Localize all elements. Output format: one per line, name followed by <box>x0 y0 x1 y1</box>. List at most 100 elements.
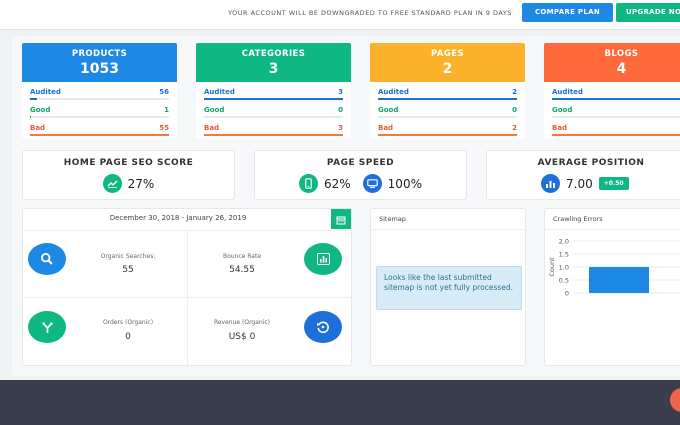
bad-bar <box>204 134 343 136</box>
floating-action-button[interactable] <box>670 388 680 412</box>
downgrade-notice: YOUR ACCOUNT WILL BE DOWNGRADED TO FREE … <box>228 9 512 17</box>
sitemap-title: Sitemap <box>379 215 406 223</box>
organic-searches-label: Organic Searches: <box>100 253 156 260</box>
audited-row: Audited 2 <box>378 86 517 104</box>
organic-searches-value: 55 <box>122 265 134 275</box>
orders-value: 0 <box>125 332 131 342</box>
stat-title: BLOGS <box>604 49 639 59</box>
bad-row: Bad 55 <box>30 122 169 140</box>
average-position-title: AVERAGE POSITION <box>537 158 645 168</box>
audited-label: Audited <box>552 88 583 96</box>
divider <box>23 297 353 298</box>
good-label: Good <box>552 106 573 114</box>
stat-header: CATEGORIES 3 <box>196 43 351 82</box>
average-position-value: 7.00 <box>566 176 593 191</box>
bar-chart-icon <box>541 174 560 193</box>
bad-row: Bad 2 <box>378 122 517 140</box>
audited-value: 2 <box>512 88 517 96</box>
good-row: Good 1 <box>30 104 169 122</box>
y-tick-label: 0.5 <box>559 277 569 285</box>
analytics-card: December 30, 2018 - January 26, 2019 Org… <box>22 208 353 367</box>
bad-label: Bad <box>30 124 46 132</box>
bar-chart-icon <box>304 243 342 275</box>
chart-bar <box>589 267 649 293</box>
date-range: December 30, 2018 - January 26, 2019 <box>109 214 247 222</box>
bad-bar <box>378 134 517 136</box>
audited-label: Audited <box>30 88 61 96</box>
mobile-icon <box>299 174 318 193</box>
stat-breakdown: Audited 2 Good 0 Bad 2 <box>370 82 525 138</box>
good-row: Good 0 <box>204 104 343 122</box>
divider <box>545 229 680 230</box>
good-row: Good <box>552 104 680 122</box>
bad-label: Bad <box>552 124 568 132</box>
position-change-badge: +0.50 <box>598 177 629 190</box>
seo-score-title: HOME PAGE SEO SCORE <box>63 158 194 168</box>
audited-bar <box>552 98 680 100</box>
sitemap-info-alert: Looks like the last submitted sitemap is… <box>376 266 522 310</box>
stat-breakdown: Audited 3 Good 0 Bad 3 <box>196 82 351 138</box>
stat-header: BLOGS 4 <box>544 43 680 82</box>
bad-bar <box>552 134 680 136</box>
page-speed-card: PAGE SPEED 62% 100% <box>254 150 467 200</box>
bad-bar <box>30 134 169 136</box>
divider <box>187 230 188 367</box>
stat-title: CATEGORIES <box>241 49 306 59</box>
seo-score-card: HOME PAGE SEO SCORE 27% <box>22 150 235 200</box>
split-arrows-icon <box>28 311 66 343</box>
mobile-speed-value: 62% <box>324 176 351 191</box>
stat-header: PRODUCTS 1053 <box>22 43 177 82</box>
good-value: 0 <box>338 106 343 114</box>
good-value: 0 <box>512 106 517 114</box>
compare-plan-button[interactable]: COMPARE PLAN <box>522 3 613 22</box>
y-tick-label: 1.5 <box>559 251 569 259</box>
search-icon <box>28 243 66 275</box>
seo-score-value: 27% <box>127 176 155 191</box>
stat-breakdown: Audited Good Bad <box>544 82 680 138</box>
good-value: 1 <box>164 106 169 114</box>
bad-label: Bad <box>378 124 394 132</box>
history-icon <box>304 311 342 343</box>
bad-row: Bad <box>552 122 680 138</box>
sitemap-card: Sitemap Looks like the last submitted si… <box>370 208 527 366</box>
stat-card-blogs: BLOGS 4 Audited Good Bad <box>544 43 680 138</box>
stat-value: 4 <box>616 61 627 77</box>
audited-label: Audited <box>204 88 235 96</box>
stat-card-products: PRODUCTS 1053 Audited 56 Good 1 Bad 55 <box>22 43 177 138</box>
divider <box>371 229 527 230</box>
crawling-errors-chart: 2.0 1.5 1.0 0.5 0 Count <box>548 239 680 298</box>
average-position-card: AVERAGE POSITION 7.00 +0.50 <box>486 150 680 200</box>
desktop-speed-value: 100% <box>387 176 422 191</box>
audited-value: 3 <box>338 88 343 96</box>
page-speed-title: PAGE SPEED <box>326 158 395 168</box>
page-background: YOUR ACCOUNT WILL BE DOWNGRADED TO FREE … <box>0 0 680 380</box>
calendar-icon <box>336 210 346 229</box>
good-label: Good <box>378 106 399 114</box>
y-axis-label: Count <box>548 257 556 277</box>
stat-card-categories: CATEGORIES 3 Audited 3 Good 0 Bad 3 <box>196 43 351 138</box>
bounce-rate-label: Bounce Rate <box>222 253 262 260</box>
bad-value: 2 <box>512 124 517 132</box>
bad-value: 55 <box>159 124 169 132</box>
stat-value: 2 <box>442 61 453 77</box>
desktop-icon <box>362 174 382 193</box>
bounce-rate-value: 54.55 <box>229 265 255 275</box>
stat-value: 1053 <box>80 61 119 77</box>
orders-label: Orders (Organic) <box>102 319 154 326</box>
good-label: Good <box>30 106 51 114</box>
audited-row: Audited 3 <box>204 86 343 104</box>
good-label: Good <box>204 106 225 114</box>
crawling-errors-title: Crawling Errors <box>553 215 603 223</box>
good-bar <box>30 116 32 118</box>
crawling-errors-card: Crawling Errors 2.0 1.5 1.0 0.5 0 Count <box>544 208 680 366</box>
audited-bar <box>204 98 343 100</box>
revenue-value: US$ 0 <box>228 332 256 342</box>
bad-label: Bad <box>204 124 220 132</box>
calendar-button[interactable] <box>331 209 351 229</box>
bad-value: 3 <box>338 124 343 132</box>
good-row: Good 0 <box>378 104 517 122</box>
upgrade-now-button[interactable]: UPGRADE NO <box>616 3 680 22</box>
audited-row: Audited 56 <box>30 86 169 104</box>
audited-bar <box>378 98 517 100</box>
y-tick-label: 2.0 <box>559 239 569 246</box>
